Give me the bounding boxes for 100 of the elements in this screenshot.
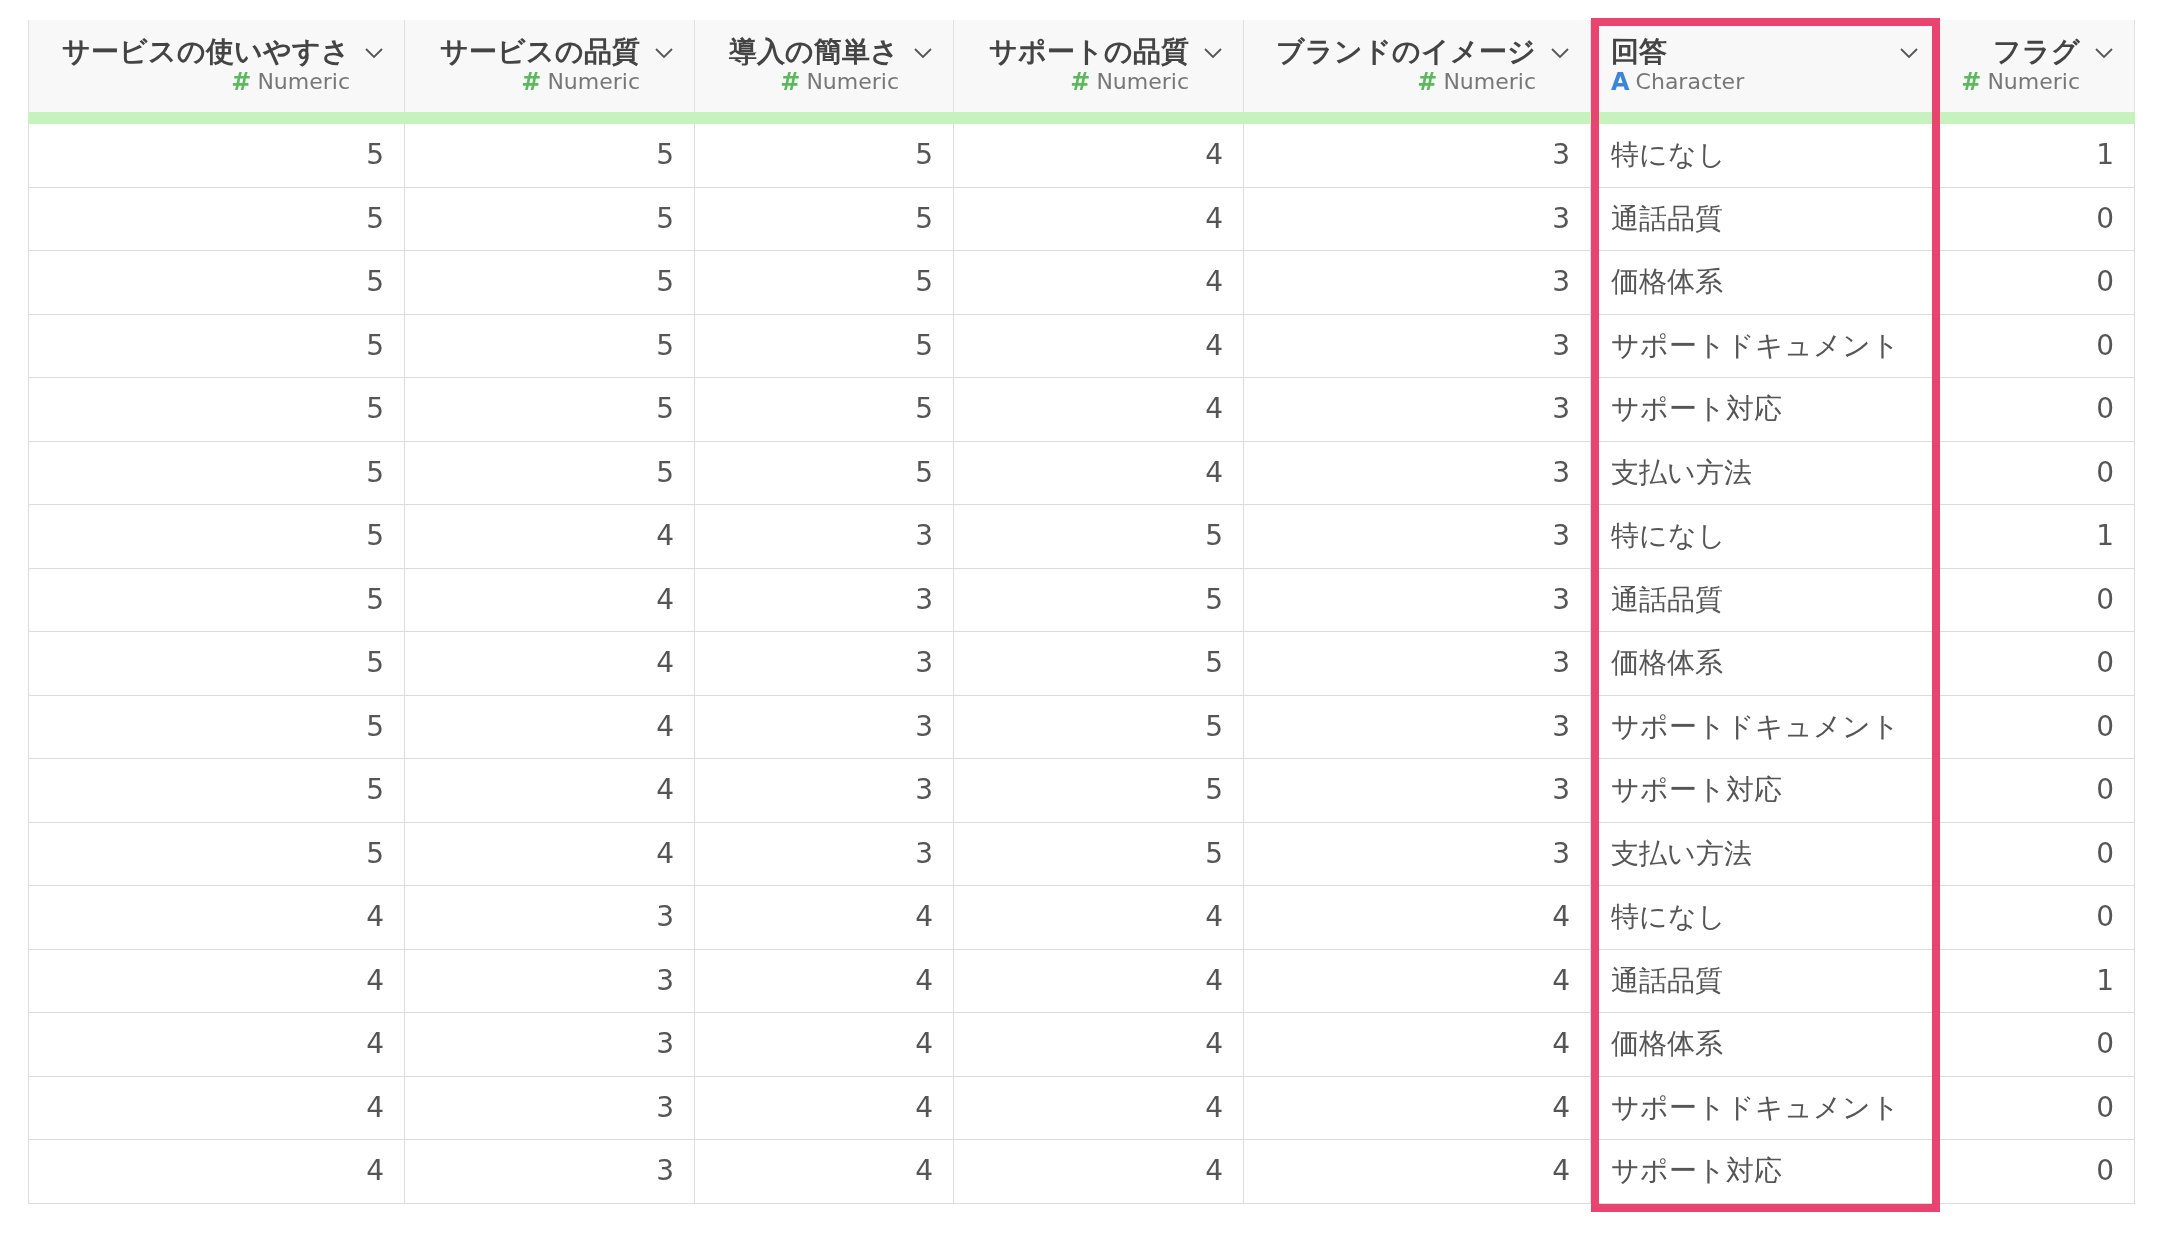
table-cell: 5 xyxy=(28,251,405,315)
table-cell: 0 xyxy=(1940,695,2135,759)
table-cell: 4 xyxy=(405,822,695,886)
table-cell: 3 xyxy=(405,1076,695,1140)
table-cell: 4 xyxy=(954,124,1244,188)
table-cell: 3 xyxy=(1244,505,1591,569)
column-title: 回答 xyxy=(1611,38,1667,66)
table-cell: 4 xyxy=(695,1076,954,1140)
table-cell: 0 xyxy=(1940,251,2135,315)
table-cell: 4 xyxy=(1244,1076,1591,1140)
table-cell: 0 xyxy=(1940,822,2135,886)
table-cell: 通話品質 xyxy=(1591,568,1940,632)
table-cell: 4 xyxy=(405,505,695,569)
numeric-type-icon: # xyxy=(521,70,542,94)
table-cell: 4 xyxy=(28,949,405,1013)
table-cell: 5 xyxy=(405,187,695,251)
table-cell: 4 xyxy=(1244,949,1591,1013)
table-cell: 4 xyxy=(405,759,695,823)
table-cell: 4 xyxy=(954,314,1244,378)
table-cell: 価格体系 xyxy=(1591,251,1940,315)
table-cell: 1 xyxy=(1940,505,2135,569)
table-cell: サポート対応 xyxy=(1591,378,1940,442)
table-cell: 4 xyxy=(695,1013,954,1077)
table-cell: 0 xyxy=(1940,187,2135,251)
table-cell: 4 xyxy=(695,886,954,950)
table-cell: 通話品質 xyxy=(1591,187,1940,251)
column-type: Numeric xyxy=(547,71,640,93)
table-cell: 3 xyxy=(1244,822,1591,886)
table-cell: 4 xyxy=(954,886,1244,950)
table-cell: 3 xyxy=(1244,314,1591,378)
table-cell: 5 xyxy=(28,378,405,442)
column-header[interactable]: 導入の簡単さ # Numeric xyxy=(695,20,954,112)
table-cell: 5 xyxy=(695,314,954,378)
table-cell: 価格体系 xyxy=(1591,632,1940,696)
table-cell: 1 xyxy=(1940,124,2135,188)
column-title: ブランドのイメージ xyxy=(1276,38,1536,66)
table-cell: 4 xyxy=(1244,1013,1591,1077)
table-cell: 5 xyxy=(954,505,1244,569)
column-title: サポートの品質 xyxy=(989,38,1189,66)
column-type: Character xyxy=(1635,71,1745,93)
column-type: Numeric xyxy=(1987,71,2080,93)
table-cell: 5 xyxy=(405,441,695,505)
table-cell: 5 xyxy=(405,378,695,442)
table-cell: 3 xyxy=(405,1013,695,1077)
table-cell: 5 xyxy=(954,695,1244,759)
table-cell: 0 xyxy=(1940,1076,2135,1140)
table-cell: 4 xyxy=(1244,1140,1591,1204)
table-cell: 3 xyxy=(1244,441,1591,505)
table-cell: 支払い方法 xyxy=(1591,441,1940,505)
table-cell: サポートドキュメント xyxy=(1591,314,1940,378)
table-cell: 5 xyxy=(28,759,405,823)
table-cell: 5 xyxy=(954,632,1244,696)
column-header[interactable]: サービスの品質 # Numeric xyxy=(405,20,695,112)
table-cell: サポート対応 xyxy=(1591,1140,1940,1204)
table-cell: 5 xyxy=(28,822,405,886)
column-header[interactable]: サービスの使いやすさ # Numeric xyxy=(28,20,405,112)
table-cell: 4 xyxy=(954,187,1244,251)
table-cell: 0 xyxy=(1940,1140,2135,1204)
column-title: フラグ xyxy=(1993,38,2080,66)
column-type: Numeric xyxy=(257,71,350,93)
table-cell: 3 xyxy=(695,695,954,759)
table-cell: 5 xyxy=(954,822,1244,886)
table-cell: 5 xyxy=(28,568,405,632)
table-cell: 0 xyxy=(1940,759,2135,823)
table-cell: 3 xyxy=(695,505,954,569)
table-cell: 4 xyxy=(954,949,1244,1013)
table-cell: 3 xyxy=(405,1140,695,1204)
table-cell: サポートドキュメント xyxy=(1591,1076,1940,1140)
table-cell: 3 xyxy=(1244,124,1591,188)
column-header[interactable]: ブランドのイメージ # Numeric xyxy=(1244,20,1591,112)
table-cell: 4 xyxy=(954,1076,1244,1140)
table-cell: 0 xyxy=(1940,568,2135,632)
table-cell: 4 xyxy=(28,1140,405,1204)
column-header[interactable]: サポートの品質 # Numeric xyxy=(954,20,1244,112)
table-cell: 特になし xyxy=(1591,505,1940,569)
table-cell: 特になし xyxy=(1591,124,1940,188)
table-cell: 5 xyxy=(695,124,954,188)
numeric-type-icon: # xyxy=(1961,70,1982,94)
numeric-type-icon: # xyxy=(1070,70,1091,94)
table-cell: 5 xyxy=(28,505,405,569)
table-cell: 4 xyxy=(28,886,405,950)
table-cell: 5 xyxy=(695,187,954,251)
table-cell: 3 xyxy=(1244,568,1591,632)
table-cell: 0 xyxy=(1940,314,2135,378)
table-cell: 4 xyxy=(695,1140,954,1204)
numeric-type-icon: # xyxy=(780,70,801,94)
table-cell: 5 xyxy=(695,441,954,505)
table-cell: 4 xyxy=(28,1013,405,1077)
table-cell: 3 xyxy=(405,949,695,1013)
table-cell: 0 xyxy=(1940,632,2135,696)
column-title: サービスの使いやすさ xyxy=(62,38,350,66)
column-type: Numeric xyxy=(806,71,899,93)
column-header[interactable]: フラグ # Numeric xyxy=(1940,20,2135,112)
table-cell: 4 xyxy=(954,1140,1244,1204)
column-type: Numeric xyxy=(1096,71,1189,93)
table-cell: 3 xyxy=(695,568,954,632)
character-type-icon: A xyxy=(1611,70,1630,94)
table-cell: 3 xyxy=(695,759,954,823)
table-cell: 5 xyxy=(954,568,1244,632)
column-title: サービスの品質 xyxy=(440,38,640,66)
